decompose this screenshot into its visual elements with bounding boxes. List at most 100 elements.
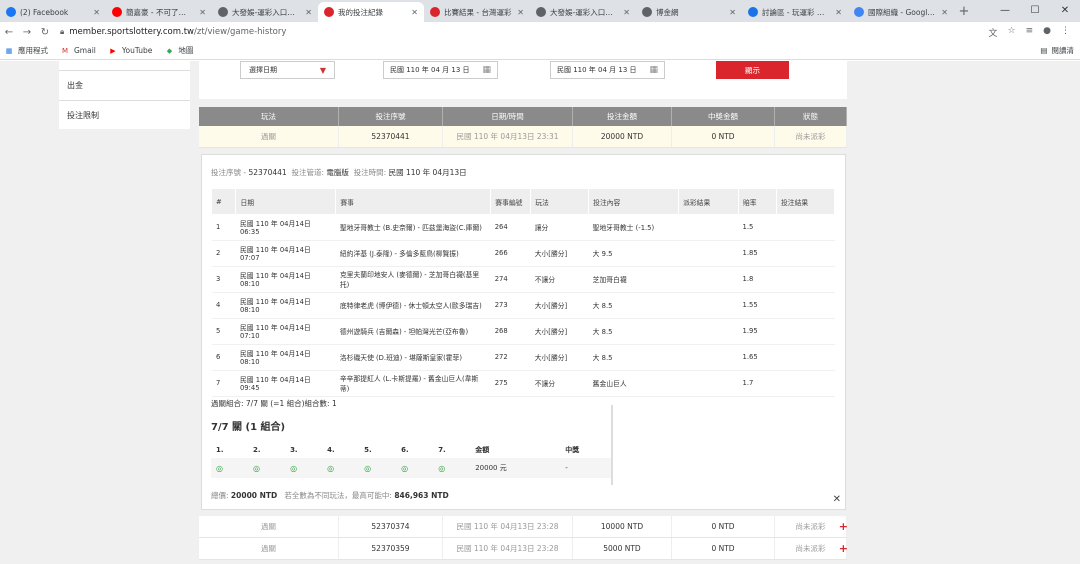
minimize-icon[interactable]: — <box>990 0 1020 20</box>
browser-tab[interactable]: 討論區 - 玩運彩 台灣 …✕ <box>742 2 848 22</box>
expand-plus-icon[interactable]: + <box>839 543 848 554</box>
table-cell: 民國 110 年 04月14日 06:35 <box>235 214 336 241</box>
history-table-continued: 過關 52370374 民國 110 年 04月13日 23:28 10000 … <box>199 516 848 560</box>
close-tab-icon[interactable]: ✕ <box>941 8 948 17</box>
browser-tab[interactable]: 大發娛-運彩入口網 … ✕ <box>212 2 318 22</box>
selected-leg-icon: ◎ <box>359 458 397 478</box>
table-row[interactable]: 過關 52370359 民國 110 年 04月13日 23:28 5000 N… <box>199 538 848 560</box>
table-cell: 舊金山巨人 <box>588 370 679 397</box>
table-cell: 德州遊騎兵 (吉爾森) - 坦帕灣光芒(亞布魯) <box>335 318 491 345</box>
table-cell: 1.95 <box>738 318 777 345</box>
browser-tab[interactable]: 大發娛-運彩入口網 … ✕ <box>530 2 636 22</box>
browser-tab[interactable]: 博金網 ✕ <box>636 2 742 22</box>
history-table: 玩法 投注序號 日期/時間 投注金額 中獎金額 狀態 過關 52370441 民… <box>199 107 847 148</box>
table-row: 3 民國 110 年 04月14日 08:10 克里夫蘭印地安人 (麥德爾) - 芝… <box>212 266 835 293</box>
browser-tab[interactable]: 國際組織 - Google 搜 … ✕ <box>848 2 954 22</box>
tab-title: 博金網 <box>656 7 679 17</box>
table-cell: 民國 110 年 04月14日 07:10 <box>235 318 336 345</box>
table-cell: 7 <box>212 370 236 397</box>
tab-favicon-icon <box>430 7 440 17</box>
browser-tab[interactable]: 比賽結果 - 台灣運彩 ✕ <box>424 2 530 22</box>
show-button[interactable]: 顯示 <box>716 61 789 79</box>
browser-tab[interactable]: (2) Facebook ✕ <box>0 2 106 22</box>
close-window-icon[interactable]: ✕ <box>1050 0 1080 20</box>
table-cell <box>776 240 835 267</box>
column-header: 投注內容 <box>588 189 680 214</box>
tab-favicon-icon <box>218 7 228 17</box>
close-tab-icon[interactable]: ✕ <box>93 8 100 17</box>
profile-icon[interactable]: ● <box>1043 26 1051 39</box>
table-cell: 275 <box>490 370 531 397</box>
menu-icon[interactable]: ⋮ <box>1061 26 1070 39</box>
table-cell: 大 8.5 <box>588 292 679 319</box>
reload-icon[interactable]: ↻ <box>36 27 54 38</box>
close-tab-icon[interactable]: ✕ <box>623 8 630 17</box>
close-tab-icon[interactable]: ✕ <box>411 8 418 17</box>
date-select[interactable]: 選擇日期 ▼ <box>240 61 335 79</box>
table-cell: 272 <box>490 344 531 371</box>
combo-title: 7/7 關 (1 組合) <box>211 422 286 433</box>
filter-bar: 選擇日期 ▼ 民國 110 年 04 月 13 日 ▦ 民國 110 年 04 月 … <box>199 61 847 99</box>
sidebar-item-bet-limit[interactable]: 投注限制 <box>59 100 190 130</box>
bookmark-maps[interactable]: ◆ 地圖 <box>164 45 194 56</box>
maximize-icon[interactable]: ☐ <box>1020 0 1050 20</box>
combo-win: - <box>560 458 611 478</box>
close-tab-icon[interactable]: ✕ <box>729 8 736 17</box>
back-icon[interactable]: ← <box>0 27 18 38</box>
table-cell <box>776 214 835 241</box>
browser-tab[interactable]: 我的投注紀錄 ✕ <box>318 2 424 22</box>
table-cell: 1.85 <box>738 240 777 267</box>
queue-icon[interactable]: ≡ <box>1026 26 1034 39</box>
table-cell: 辛辛那提紅人 (L.卡斯提羅) - 舊金山巨人(韋斯蒂) <box>335 370 491 397</box>
table-row[interactable]: 過關 52370374 民國 110 年 04月13日 23:28 10000 … <box>199 516 848 538</box>
table-cell: 民國 110 年 04月14日 08:10 <box>235 266 336 293</box>
close-tab-icon[interactable]: ✕ <box>517 8 524 17</box>
browser-tab[interactable]: 簡嘉豪 - 不可了… ✕ <box>106 2 212 22</box>
close-tab-icon[interactable]: ✕ <box>305 8 312 17</box>
apps-icon: ▦ <box>5 46 13 55</box>
bookmark-apps[interactable]: ▦ 應用程式 <box>4 45 48 56</box>
tab-title: 國際組織 - Google 搜 … <box>868 7 937 17</box>
sidebar-item-withdraw[interactable]: 出金 <box>59 70 190 100</box>
table-cell: 4 <box>212 292 236 319</box>
table-cell: 洛杉磯天使 (D.班迪) - 堪薩斯皇家(霍菲) <box>335 344 491 371</box>
tab-favicon-icon <box>854 7 864 17</box>
selected-leg-icon: ◎ <box>285 458 323 478</box>
translate-icon[interactable]: 文 <box>989 26 998 39</box>
url-host: member.sportslottery.com.tw <box>69 27 194 37</box>
column-header: # <box>212 189 237 214</box>
tab-favicon-icon <box>112 7 122 17</box>
divider <box>611 405 613 485</box>
table-cell: 1.65 <box>738 344 777 371</box>
close-detail-icon[interactable]: ✕ <box>833 494 841 505</box>
column-header: 3. <box>290 445 298 454</box>
reading-list[interactable]: ▤ 閱讀清 <box>1040 45 1074 56</box>
gmail-icon: M <box>61 46 69 55</box>
tab-favicon-icon <box>748 7 758 17</box>
close-tab-icon[interactable]: ✕ <box>835 8 842 17</box>
new-tab-button[interactable]: + <box>954 2 974 22</box>
table-cell: 不讓分 <box>530 370 589 397</box>
table-cell: 5 <box>212 318 236 345</box>
address-bar[interactable]: 🔒︎ member.sportslottery.com.tw/zt/view/g… <box>60 27 989 37</box>
table-cell <box>776 318 835 345</box>
table-cell: 不讓分 <box>530 266 589 293</box>
close-tab-icon[interactable]: ✕ <box>199 8 206 17</box>
table-row[interactable]: 過關 52370441 民國 110 年 04月13日 23:31 20000 … <box>199 126 847 148</box>
table-cell: 克里夫蘭印地安人 (麥德爾) - 芝加哥白襪(基里托) <box>335 266 491 293</box>
bookmark-star-icon[interactable]: ☆ <box>1008 26 1016 39</box>
bookmark-gmail[interactable]: M Gmail <box>60 46 96 55</box>
caret-down-icon: ▼ <box>319 65 326 75</box>
table-cell: 民國 110 年 04月14日 08:10 <box>235 344 336 371</box>
forward-icon[interactable]: → <box>18 27 36 38</box>
table-cell: 1.8 <box>738 266 777 293</box>
bookmark-youtube[interactable]: ▶ YouTube <box>108 46 152 55</box>
table-cell: 聖地牙哥教士 (-1.5) <box>588 214 679 241</box>
table-cell <box>678 240 739 267</box>
date-from-input[interactable]: 民國 110 年 04 月 13 日 ▦ <box>383 61 498 79</box>
date-to-input[interactable]: 民國 110 年 04 月 13 日 ▦ <box>550 61 665 79</box>
table-cell: 273 <box>490 292 531 319</box>
expand-plus-icon[interactable]: + <box>839 521 848 532</box>
selected-leg-icon: ◎ <box>322 458 360 478</box>
table-cell <box>776 344 835 371</box>
